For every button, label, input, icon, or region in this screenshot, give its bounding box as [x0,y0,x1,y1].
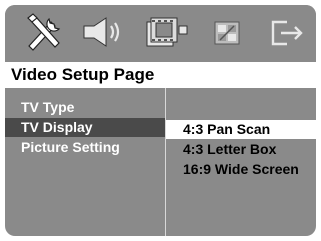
setup-panel: Video Setup Page TV Type TV Display Pict… [5,5,316,236]
setup-options-menu: TV Type TV Display Picture Setting [5,88,165,236]
picture-preferences-icon[interactable] [210,13,244,51]
menu-item-picture-setting[interactable]: Picture Setting [5,138,165,157]
option-label: 16:9 Wide Screen [183,161,299,177]
menu-item-tv-type[interactable]: TV Type [5,98,165,117]
page-title: Video Setup Page [11,65,155,84]
tv-display-options-menu: 4:3 Pan Scan 4:3 Letter Box 16:9 Wide Sc… [166,88,316,236]
tools-icon[interactable] [25,13,65,51]
speaker-icon[interactable] [80,13,128,51]
setup-icon-bar [5,5,316,59]
option-4-3-pan-scan[interactable]: 4:3 Pan Scan [166,120,316,139]
option-label: 4:3 Pan Scan [183,121,271,137]
option-4-3-letter-box[interactable]: 4:3 Letter Box [166,140,316,159]
menu-item-label: TV Display [21,119,93,135]
exit-icon[interactable] [267,13,307,51]
osd-screen: Video Setup Page TV Type TV Display Pict… [0,0,321,241]
video-film-icon[interactable] [145,13,189,51]
menu-item-label: Picture Setting [21,139,120,155]
page-title-bar: Video Setup Page [5,62,316,88]
menu-item-label: TV Type [21,99,75,115]
option-label: 4:3 Letter Box [183,141,277,157]
menu-item-tv-display[interactable]: TV Display [5,118,165,137]
option-16-9-wide-screen[interactable]: 16:9 Wide Screen [166,160,316,179]
